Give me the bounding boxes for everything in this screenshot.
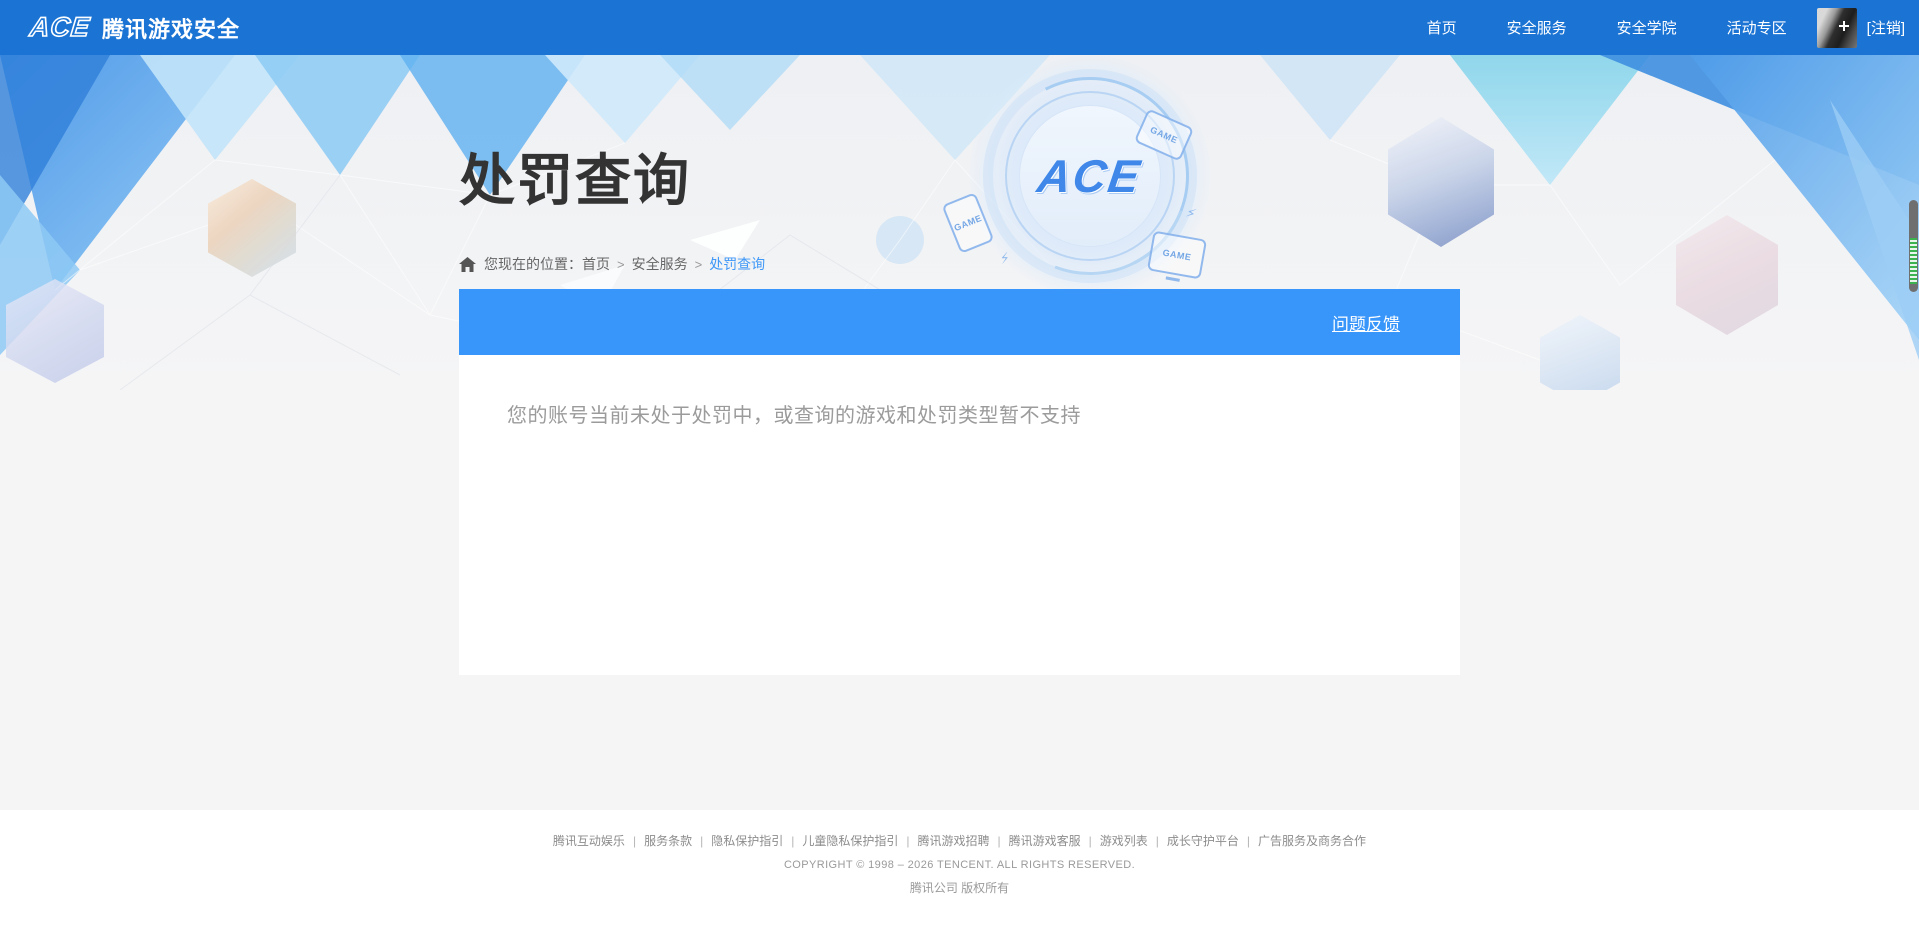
user-avatar[interactable]	[1816, 7, 1857, 48]
home-icon	[459, 256, 476, 272]
scrollbar-stripes	[1910, 238, 1917, 284]
footer-link-1[interactable]: 服务条款	[644, 832, 692, 849]
page-title: 处罚查询	[459, 149, 691, 212]
breadcrumb-link-2[interactable]: 处罚查询	[709, 254, 765, 274]
nav-item-1[interactable]: 安全服务	[1507, 17, 1567, 38]
footer-link-2[interactable]: 隐私保护指引	[711, 832, 783, 849]
nav-item-0[interactable]: 首页	[1427, 17, 1457, 38]
ace-logo-icon: ACE	[28, 11, 93, 43]
nav-right: 首页 安全服务 安全学院 活动专区 [注销]	[1377, 7, 1905, 48]
separator: |	[1246, 833, 1251, 848]
top-navbar: ACE 腾讯游戏安全 首页 安全服务 安全学院 活动专区 [注销]	[0, 0, 1919, 55]
footer-link-0[interactable]: 腾讯互动娱乐	[553, 832, 625, 849]
separator: |	[1088, 833, 1092, 848]
nav-menu: 首页 安全服务 安全学院 活动专区	[1377, 17, 1787, 38]
footer-link-3[interactable]: 儿童隐私保护指引	[802, 832, 898, 849]
footer-links: 腾讯互动娱乐 | 服务条款 | 隐私保护指引 | 儿童隐私保护指引 | 腾讯游戏招聘 | 腾讯游戏客…	[0, 832, 1919, 849]
feedback-link[interactable]: 问题反馈	[1332, 310, 1400, 335]
separator: >	[694, 256, 703, 272]
ace-center-logo: ACE	[1034, 150, 1146, 202]
separator: |	[632, 833, 637, 848]
breadcrumb-link-1[interactable]: 安全服务	[632, 254, 688, 274]
separator: |	[906, 833, 910, 848]
page: ACE GAME GAME GAME ⚡ ⚡ ACE 腾讯游戏安全 首页 安全服务…	[0, 0, 1919, 929]
footer: 腾讯互动娱乐 | 服务条款 | 隐私保护指引 | 儿童隐私保护指引 | 腾讯游戏招聘 | 腾讯游戏客…	[0, 810, 1919, 929]
site-logo[interactable]: ACE 腾讯游戏安全	[28, 11, 241, 44]
footer-link-5[interactable]: 腾讯游戏客服	[1009, 832, 1081, 849]
avatar-detail	[1838, 24, 1849, 27]
copyright-line-en: COPYRIGHT © 1998 – 2026 TENCENT. ALL RIG…	[783, 859, 1136, 871]
site-logo-text: 腾讯游戏安全	[102, 16, 241, 42]
scrollbar-thumb[interactable]	[1909, 200, 1918, 292]
result-message: 您的账号当前未处于处罚中，或查询的游戏和处罚类型暂不支持	[507, 405, 1081, 427]
copyright-line-cn: 腾讯公司 版权所有	[909, 881, 1010, 895]
footer-link-6[interactable]: 游戏列表	[1100, 832, 1148, 849]
breadcrumb-link-0[interactable]: 首页	[582, 254, 610, 274]
footer-link-7[interactable]: 成长守护平台	[1167, 832, 1239, 849]
separator: |	[791, 833, 795, 848]
nav-item-3[interactable]: 活动专区	[1727, 17, 1787, 38]
result-card: 您的账号当前未处于处罚中，或查询的游戏和处罚类型暂不支持	[459, 355, 1460, 675]
separator: |	[700, 833, 704, 848]
separator: |	[1155, 833, 1159, 848]
breadcrumb-items: 首页 > 安全服务 > 处罚查询	[582, 254, 765, 274]
footer-link-4[interactable]: 腾讯游戏招聘	[917, 832, 989, 849]
breadcrumb: 您现在的位置： 首页 > 安全服务 > 处罚查询	[459, 254, 765, 274]
separator: |	[997, 833, 1001, 848]
nav-item-2[interactable]: 安全学院	[1617, 17, 1677, 38]
separator: >	[617, 256, 625, 272]
breadcrumb-prefix: 您现在的位置：	[484, 256, 582, 272]
logout-link[interactable]: [注销]	[1867, 17, 1905, 38]
footer-link-8[interactable]: 广告服务及商务合作	[1258, 832, 1366, 849]
feedback-bar: 问题反馈	[459, 289, 1460, 355]
